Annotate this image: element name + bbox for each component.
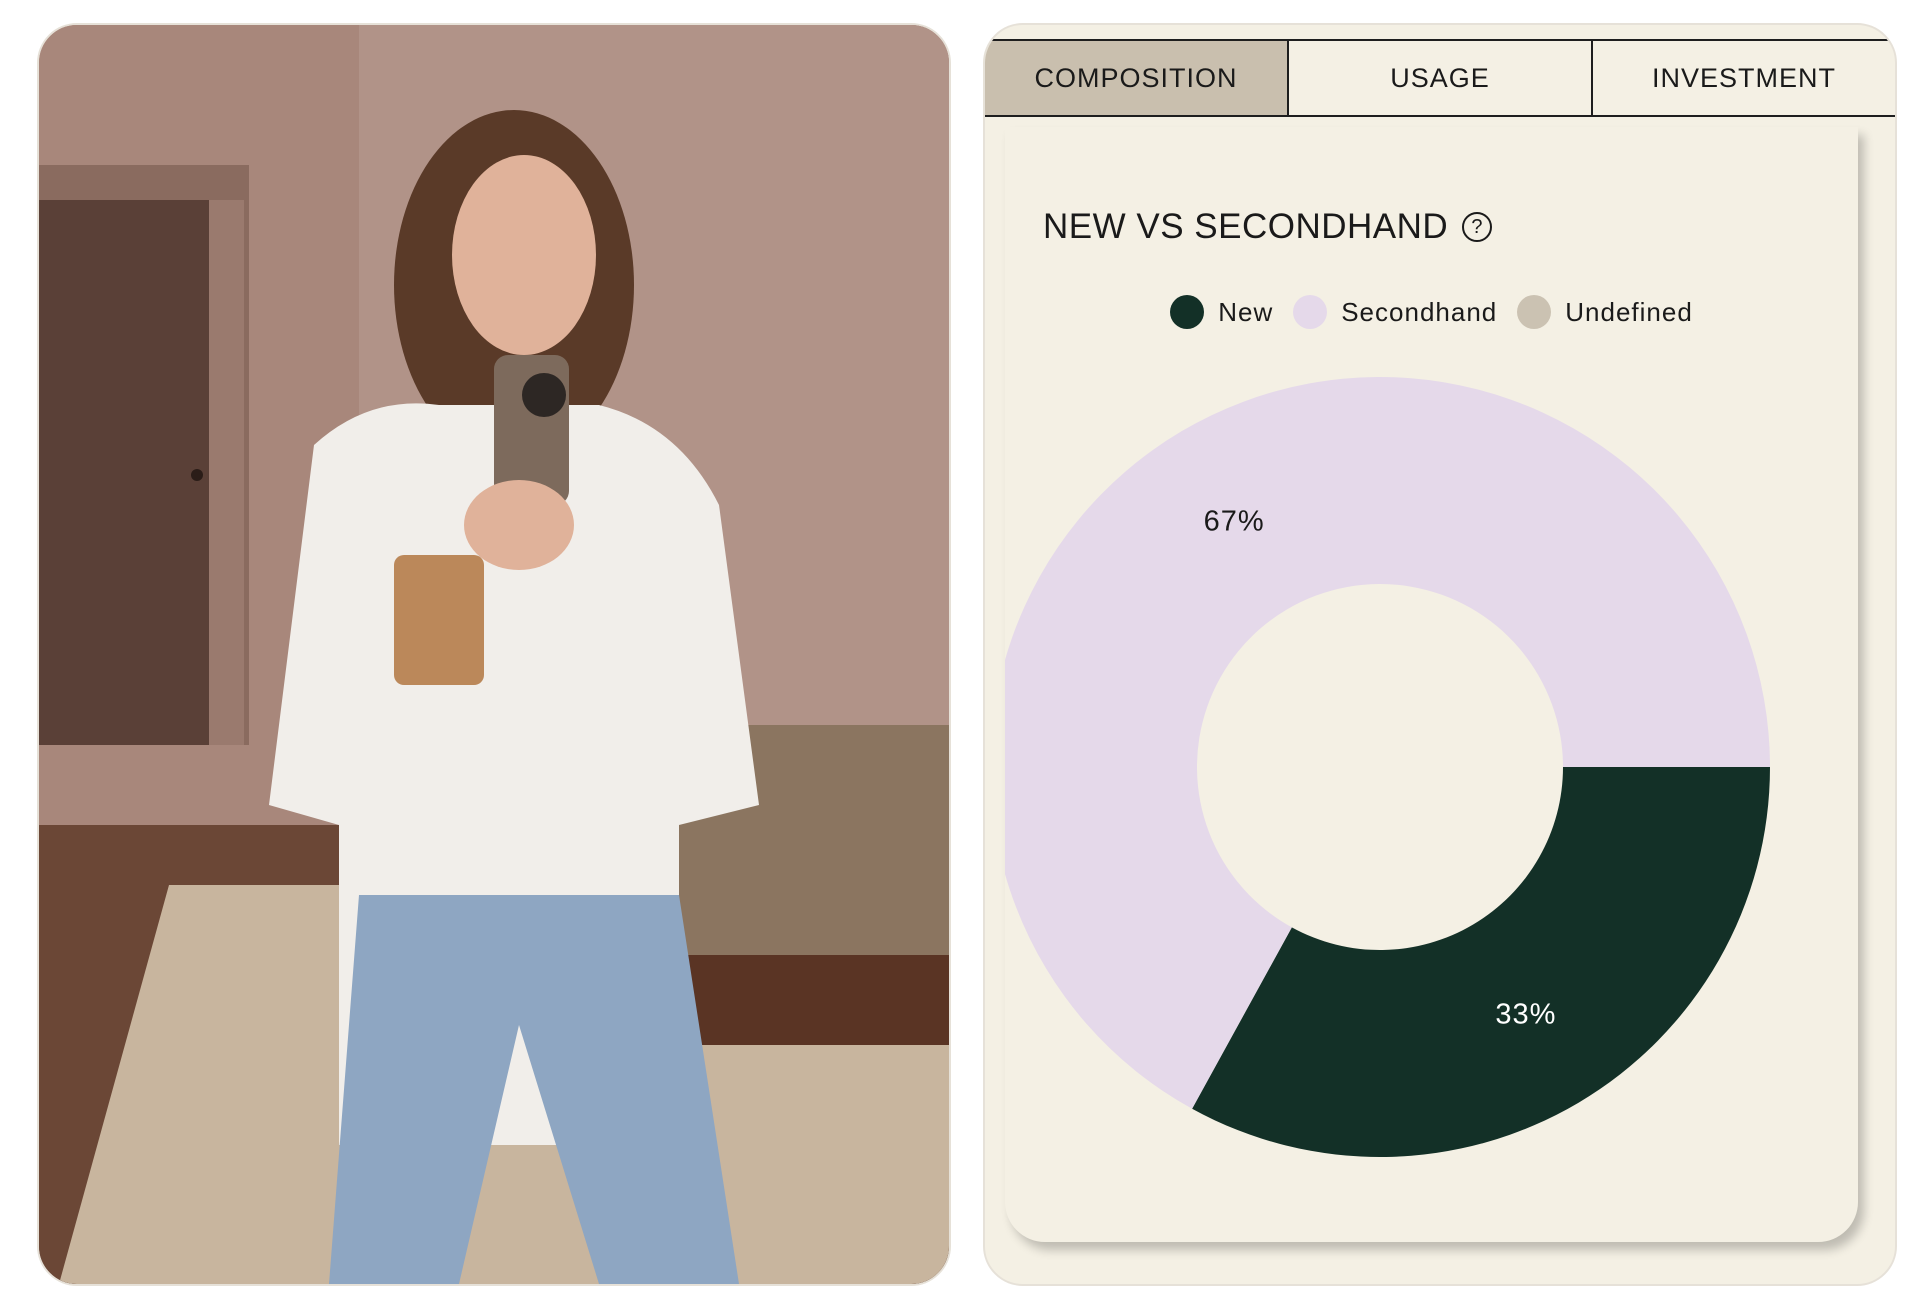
stats-panel: COMPOSITION USAGE INVESTMENT NEW VS SECO…	[983, 23, 1897, 1286]
slice-label-secondhand: 67%	[1204, 505, 1265, 537]
donut-chart: 33% 67%	[1005, 377, 1770, 1157]
outfit-photo-illustration	[39, 25, 949, 1284]
tab-bar: COMPOSITION USAGE INVESTMENT	[985, 39, 1895, 117]
donut-slice-new[interactable]	[1192, 767, 1770, 1157]
tab-composition[interactable]: COMPOSITION	[985, 41, 1289, 115]
tab-usage[interactable]: USAGE	[1289, 41, 1593, 115]
slice-label-new: 33%	[1495, 999, 1556, 1031]
tab-investment[interactable]: INVESTMENT	[1593, 41, 1895, 115]
outfit-photo	[37, 23, 951, 1286]
chart-card: NEW VS SECONDHAND ? New Secondhand Undef…	[1005, 127, 1858, 1242]
